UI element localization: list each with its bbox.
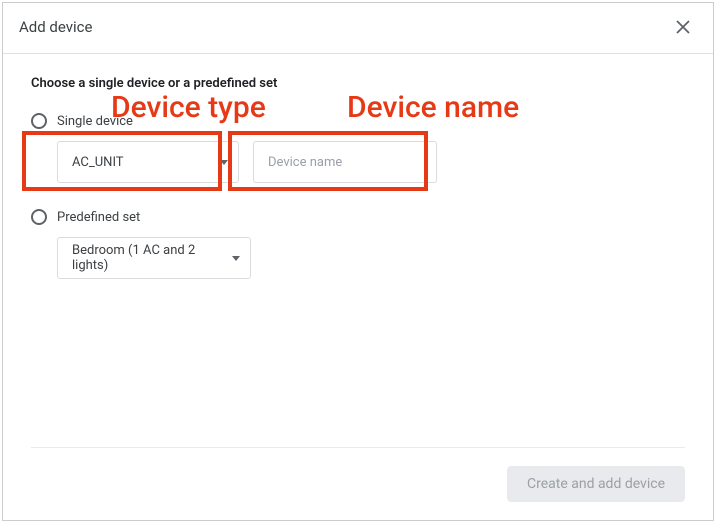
single-device-option: Single device <box>31 113 685 129</box>
close-button[interactable] <box>669 13 697 41</box>
predefined-set-label: Predefined set <box>57 210 140 225</box>
dialog-header: Add device <box>3 3 713 54</box>
single-device-controls: AC_UNIT <box>57 141 685 183</box>
predefined-set-option: Predefined set <box>31 209 685 225</box>
device-name-input[interactable] <box>253 141 437 183</box>
single-device-radio[interactable] <box>31 113 47 129</box>
add-device-dialog: Add device Choose a single device or a p… <box>2 2 714 521</box>
predefined-set-select[interactable]: Bedroom (1 AC and 2 lights) <box>57 237 251 279</box>
single-device-label: Single device <box>57 114 133 129</box>
dialog-body: Choose a single device or a predefined s… <box>3 54 713 447</box>
chevron-down-icon <box>232 256 240 261</box>
create-and-add-device-button[interactable]: Create and add device <box>507 466 685 502</box>
instruction-text: Choose a single device or a predefined s… <box>31 76 685 91</box>
device-type-value: AC_UNIT <box>72 155 124 170</box>
close-icon <box>675 19 691 35</box>
predefined-set-controls: Bedroom (1 AC and 2 lights) <box>57 237 685 279</box>
chevron-down-icon <box>220 160 228 165</box>
dialog-title: Add device <box>19 18 92 36</box>
predefined-set-radio[interactable] <box>31 209 47 225</box>
predefined-set-value: Bedroom (1 AC and 2 lights) <box>72 243 232 273</box>
dialog-footer: Create and add device <box>31 447 685 520</box>
device-type-select[interactable]: AC_UNIT <box>57 141 239 183</box>
